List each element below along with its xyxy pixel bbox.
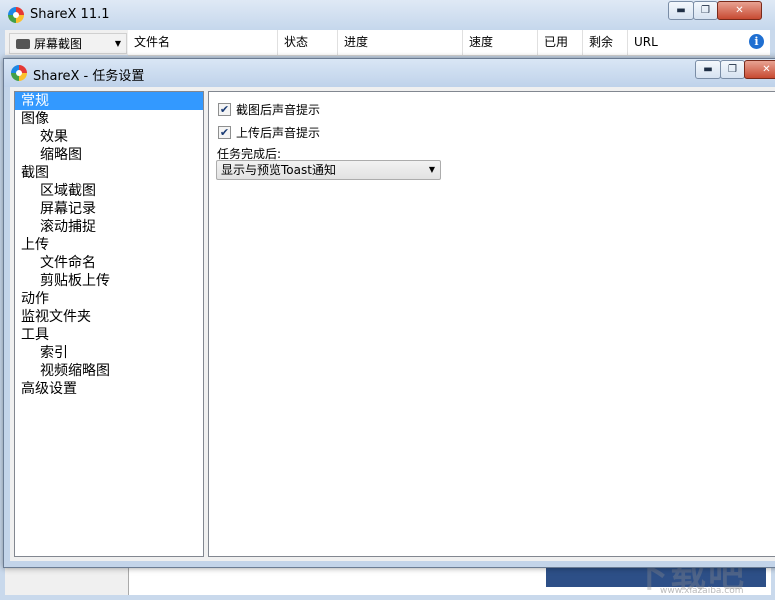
minimize-icon[interactable]: ▬ [668,1,694,20]
nav-item[interactable]: 常规 [15,92,203,110]
column-progress[interactable]: 进度 [338,30,463,55]
nav-item[interactable]: 缩略图 [15,146,203,164]
nav-item[interactable]: 文件命名 [15,254,203,272]
dialog-caption-buttons: ▬ ❐ ✕ [695,60,775,79]
nav-item[interactable]: 监视文件夹 [15,308,203,326]
column-status[interactable]: 状态 [278,30,338,55]
sound-after-upload-label: 上传后声音提示 [236,125,321,140]
column-remaining[interactable]: 剩余 [583,30,628,55]
after-task-value: 显示与预览Toast通知 [221,163,336,177]
sound-after-upload-checkbox[interactable]: ✔ [218,125,231,139]
close-icon[interactable]: ✕ [717,1,762,20]
maximize-icon[interactable]: ❐ [693,1,718,20]
maximize-icon[interactable]: ❐ [720,60,745,79]
nav-item[interactable]: 高级设置 [15,380,203,398]
column-filename[interactable]: 文件名 [128,30,278,55]
screen-capture-button[interactable]: 屏幕截图 ▼ [9,33,127,54]
nav-item[interactable]: 剪贴板上传 [15,272,203,290]
sound-after-upload-row[interactable]: ✔ 上传后声音提示 [218,124,320,140]
nav-item[interactable]: 图像 [15,110,203,128]
nav-item[interactable]: 效果 [15,128,203,146]
nav-item[interactable]: 动作 [15,290,203,308]
sound-after-capture-row[interactable]: ✔ 截图后声音提示 [218,101,320,117]
sharex-logo-icon [11,65,27,81]
minimize-icon[interactable]: ▬ [695,60,721,79]
main-title-bar: ShareX 11.1 ▬ ❐ ✕ [0,0,775,30]
nav-item[interactable]: 滚动捕捉 [15,218,203,236]
nav-item[interactable]: 视频缩略图 [15,362,203,380]
nav-item[interactable]: 上传 [15,236,203,254]
nav-item[interactable]: 索引 [15,344,203,362]
file-list-header: 文件名 状态 进度 速度 已用 剩余 URL i [128,30,770,56]
after-task-dropdown[interactable]: 显示与预览Toast通知 ▼ [216,160,441,180]
close-icon[interactable]: ✕ [744,60,775,79]
watermark-url: www.xiazaiba.com [660,586,744,596]
dialog-title: ShareX - 任务设置 [33,69,145,84]
nav-item[interactable]: 屏幕记录 [15,200,203,218]
dialog-body: 常规 图像 效果 缩略图 截图 区域截图 屏幕记录 滚动捕捉 上传 文件命名 剪贴板上传 动作 监视文件… [10,87,775,561]
nav-item[interactable]: 区域截图 [15,182,203,200]
column-url[interactable]: URL [628,30,748,55]
dialog-title-bar: ShareX - 任务设置 ▬ ❐ ✕ [4,59,775,87]
nav-item[interactable]: 工具 [15,326,203,344]
screen-capture-label: 屏幕截图 [34,37,83,51]
sharex-logo-icon [8,7,24,23]
settings-nav-tree: 常规 图像 效果 缩略图 截图 区域截图 屏幕记录 滚动捕捉 上传 文件命名 剪贴板上传 动作 监视文件… [14,91,204,557]
main-caption-buttons: ▬ ❐ ✕ [668,1,762,20]
camera-icon [16,38,30,49]
sound-after-capture-checkbox[interactable]: ✔ [218,102,231,116]
main-window-title: ShareX 11.1 [30,7,110,22]
info-icon[interactable]: i [749,34,764,49]
sound-after-capture-label: 截图后声音提示 [236,102,321,117]
column-speed[interactable]: 速度 [463,30,538,55]
chevron-down-icon: ▼ [428,165,435,174]
nav-item[interactable]: 截图 [15,164,203,182]
task-settings-dialog: ShareX - 任务设置 ▬ ❐ ✕ 常规 图像 效果 缩略图 截图 区域截图 屏幕记录滚… [3,58,775,568]
column-elapsed[interactable]: 已用 [538,30,583,55]
chevron-down-icon: ▼ [114,39,121,48]
general-settings-panel: ✔ 截图后声音提示 ✔ 上传后声音提示 任务完成后: 显示与预览Toast通知 … [208,91,775,557]
